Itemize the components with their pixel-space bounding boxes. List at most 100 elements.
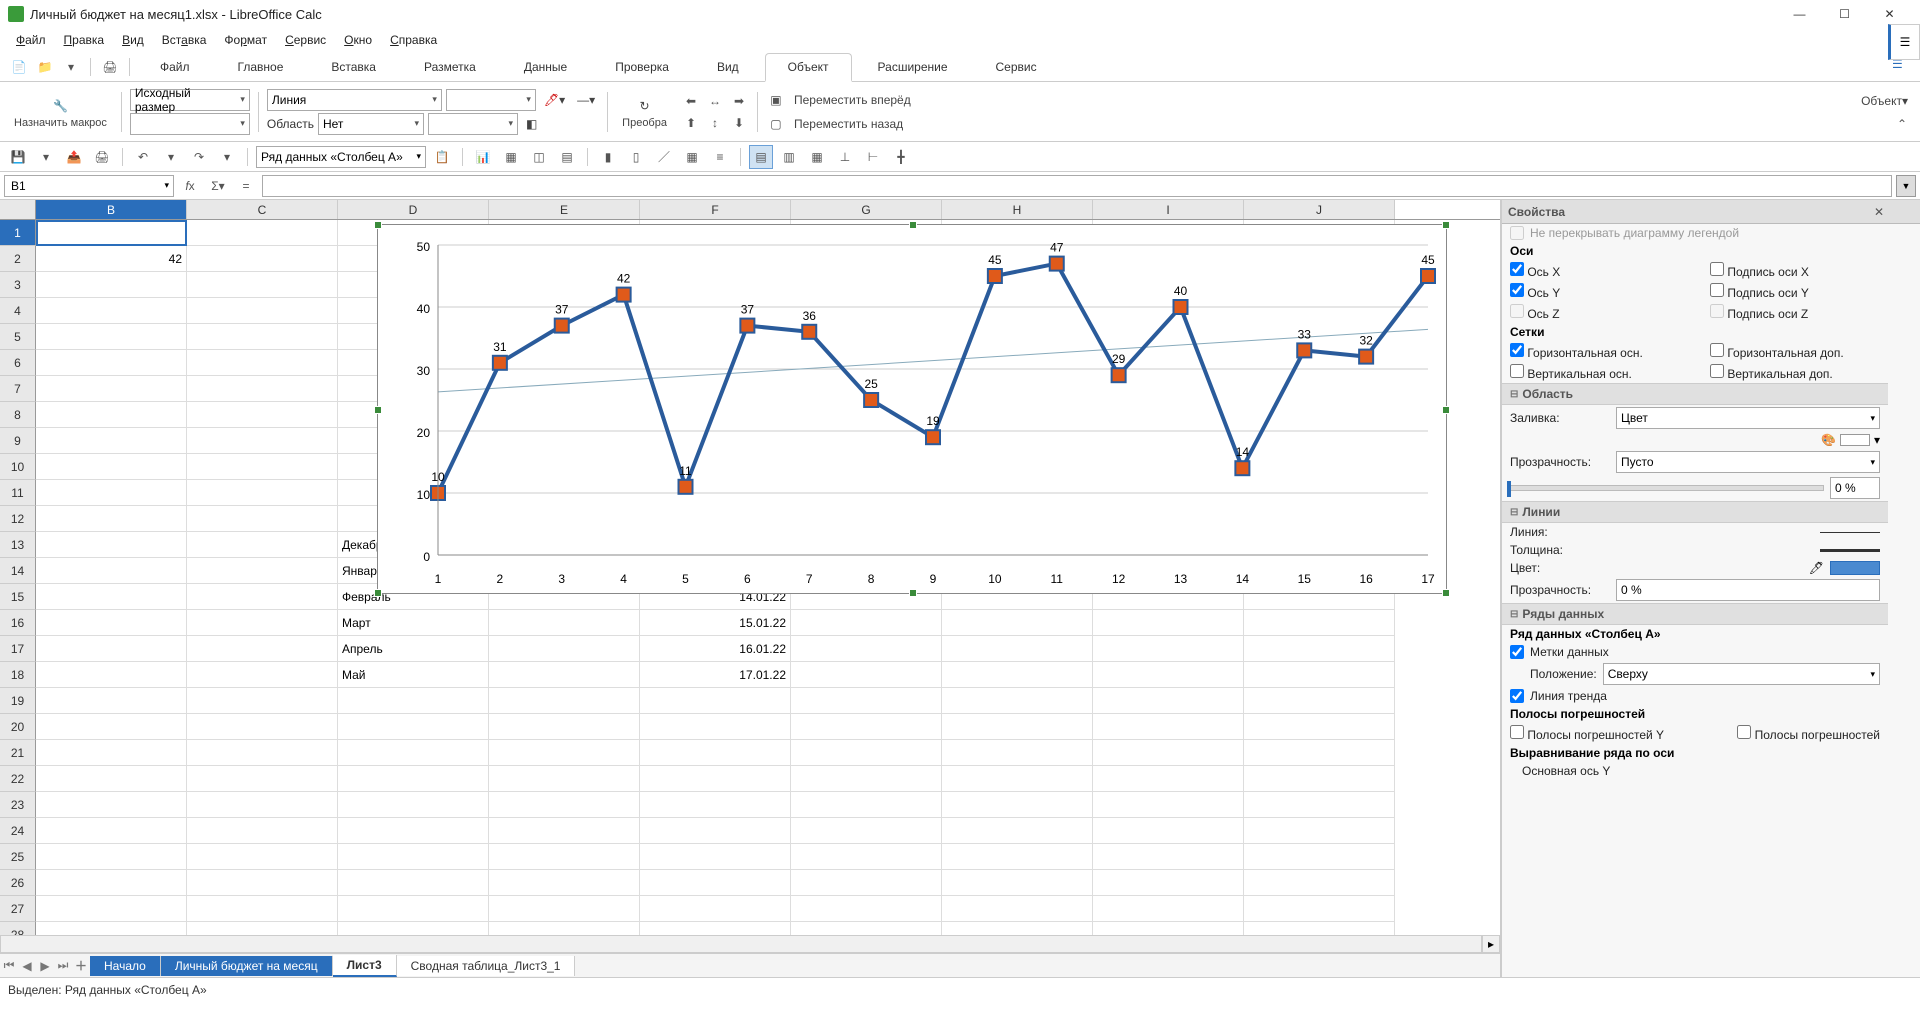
new-doc-icon[interactable]: 📄 [8, 56, 30, 78]
cell[interactable] [187, 714, 338, 740]
row-header[interactable]: 21 [0, 740, 36, 766]
menu-help[interactable]: Справка [382, 30, 445, 50]
row-header[interactable]: 26 [0, 870, 36, 896]
sheet-tab-4[interactable]: Сводная таблица_Лист3_1 [397, 956, 576, 976]
tab-service[interactable]: Сервис [974, 54, 1059, 80]
cell[interactable] [36, 792, 187, 818]
row-header[interactable]: 4 [0, 298, 36, 324]
cell[interactable] [187, 246, 338, 272]
row-header[interactable]: 23 [0, 792, 36, 818]
row-header[interactable]: 14 [0, 558, 36, 584]
resize-handle-ne[interactable] [1442, 221, 1450, 229]
cell[interactable] [640, 844, 791, 870]
cell[interactable] [36, 636, 187, 662]
resize-handle-s[interactable] [909, 589, 917, 597]
cell[interactable] [791, 636, 942, 662]
axis-x-checkbox[interactable] [1510, 262, 1524, 276]
cell[interactable] [942, 844, 1093, 870]
cell[interactable] [942, 610, 1093, 636]
column-header-I[interactable]: I [1093, 200, 1244, 219]
cell[interactable] [36, 506, 187, 532]
cell[interactable] [489, 792, 640, 818]
redo-icon[interactable]: ↷ [187, 145, 211, 169]
cell[interactable] [187, 844, 338, 870]
row-header[interactable]: 13 [0, 532, 36, 558]
tab-view[interactable]: Вид [695, 54, 761, 80]
sheet-last-icon[interactable]: ⏭ [54, 956, 72, 976]
cell[interactable] [1244, 636, 1395, 662]
cell[interactable] [791, 792, 942, 818]
cell[interactable] [791, 714, 942, 740]
cell[interactable] [640, 714, 791, 740]
cell[interactable] [338, 896, 489, 922]
formula-expand-icon[interactable]: ▼ [1896, 175, 1916, 197]
cell[interactable] [942, 740, 1093, 766]
cell[interactable] [187, 584, 338, 610]
cell[interactable] [338, 922, 489, 935]
cell[interactable] [640, 896, 791, 922]
row-header[interactable]: 20 [0, 714, 36, 740]
object-menu-button[interactable]: Объект ▾ [1857, 90, 1912, 112]
row-header[interactable]: 11 [0, 480, 36, 506]
cell[interactable] [640, 818, 791, 844]
cell[interactable] [1244, 662, 1395, 688]
cell[interactable] [640, 792, 791, 818]
resize-handle-sw[interactable] [374, 589, 382, 597]
align-left-icon[interactable]: ⬅ [681, 91, 701, 111]
cell[interactable] [1244, 792, 1395, 818]
cell[interactable]: 17.01.22 [640, 662, 791, 688]
tab-main[interactable]: Главное [216, 54, 306, 80]
cell[interactable] [36, 584, 187, 610]
cell[interactable] [489, 870, 640, 896]
line-color-button[interactable]: 🖊 [1809, 561, 1824, 575]
row-header[interactable]: 10 [0, 454, 36, 480]
resize-handle-se[interactable] [1442, 589, 1450, 597]
menu-window[interactable]: Окно [336, 30, 380, 50]
cell[interactable]: 42 [36, 246, 187, 272]
cell[interactable] [36, 324, 187, 350]
resize-handle-n[interactable] [909, 221, 917, 229]
cell[interactable] [1244, 688, 1395, 714]
size-mode-select[interactable]: Исходный размер [130, 89, 250, 111]
row-header[interactable]: 12 [0, 506, 36, 532]
cell[interactable] [1244, 740, 1395, 766]
cell[interactable] [942, 792, 1093, 818]
row-header[interactable]: 17 [0, 636, 36, 662]
transform-button[interactable]: ↻ Преобра [616, 91, 673, 133]
cell[interactable] [187, 376, 338, 402]
cell[interactable] [338, 688, 489, 714]
cell[interactable] [36, 428, 187, 454]
cell[interactable] [187, 740, 338, 766]
align-bottom-icon[interactable]: ⬇ [729, 113, 749, 133]
cell[interactable] [187, 870, 338, 896]
cell[interactable] [338, 818, 489, 844]
cell[interactable] [36, 818, 187, 844]
maximize-button[interactable]: ☐ [1822, 0, 1867, 28]
column-header-J[interactable]: J [1244, 200, 1395, 219]
position-select[interactable]: Сверху [1603, 663, 1880, 685]
cell[interactable] [1093, 714, 1244, 740]
errorbars-x-checkbox[interactable] [1737, 725, 1751, 739]
axis-x-label-checkbox[interactable] [1710, 262, 1724, 276]
cell[interactable] [36, 454, 187, 480]
column-header-E[interactable]: E [489, 200, 640, 219]
cell[interactable] [1244, 714, 1395, 740]
row-header[interactable]: 3 [0, 272, 36, 298]
vgrid-icon[interactable]: ▥ [777, 145, 801, 169]
row-header[interactable]: 1 [0, 220, 36, 246]
cell[interactable] [187, 896, 338, 922]
cell[interactable] [942, 662, 1093, 688]
cell[interactable]: 15.01.22 [640, 610, 791, 636]
axis3-icon[interactable]: ╋ [889, 145, 913, 169]
cell[interactable] [1093, 792, 1244, 818]
equals-icon[interactable]: = [234, 174, 258, 198]
tab-layout[interactable]: Разметка [402, 54, 498, 80]
cell[interactable] [1093, 818, 1244, 844]
cell[interactable] [791, 818, 942, 844]
scroll-right-icon[interactable]: ▸ [1482, 935, 1500, 953]
sheet-tab-1[interactable]: Начало [90, 956, 161, 976]
tab-extension[interactable]: Расширение [856, 54, 970, 80]
ribbon-collapse-icon[interactable]: ⌃ [1892, 114, 1912, 134]
menu-file[interactable]: Файл [8, 30, 54, 50]
cell[interactable] [338, 714, 489, 740]
